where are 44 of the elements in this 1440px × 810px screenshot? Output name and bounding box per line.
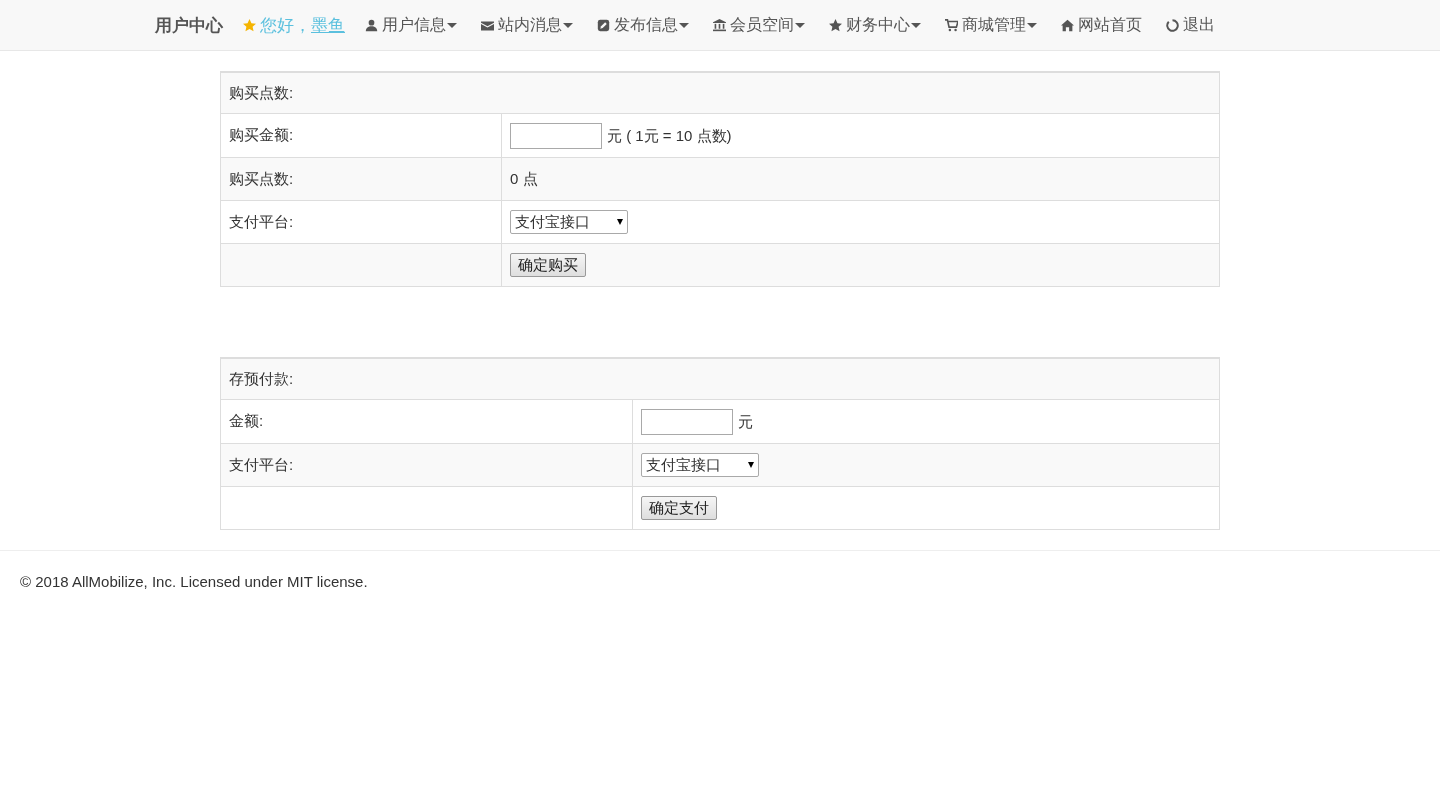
label-cell: 购买金额: [220, 113, 502, 158]
pencil-square-icon [597, 18, 610, 32]
footer-text: © 2018 AllMobilize, Inc. Licensed under MIT license. [20, 573, 368, 591]
nav-menu-item[interactable]: 退出 [1166, 14, 1215, 36]
nav-menu-item[interactable]: 会员空间 [713, 14, 805, 36]
star-icon [243, 18, 256, 32]
caret-icon [447, 22, 457, 28]
amount-field[interactable] [641, 409, 733, 436]
unit-text: 元 [738, 413, 753, 431]
label-cell: 支付平台: [220, 443, 633, 487]
label-cell: 购买点数: [220, 157, 502, 201]
user-icon [365, 18, 378, 32]
star-icon [829, 18, 842, 32]
caret-icon [679, 22, 689, 28]
nav-menu-item[interactable]: 财务中心 [829, 14, 921, 36]
power-icon [1166, 18, 1179, 32]
value-cell: 0 点 [501, 157, 1220, 201]
label-cell: 金额: [220, 399, 633, 444]
unit-text: 元 ( 1元 = 10 点数) [607, 127, 732, 145]
submit-button[interactable]: 确定购买 [510, 253, 586, 278]
nav-menu-item[interactable]: 商城管理 [945, 14, 1037, 36]
caret-icon [795, 22, 805, 28]
nav-menu-item[interactable]: 站内消息 [481, 14, 573, 36]
bank-icon [713, 18, 726, 32]
caret-icon [748, 462, 754, 469]
nav-menu-item[interactable]: 用户信息 [365, 14, 457, 36]
caret-icon [1027, 22, 1037, 28]
label-cell: 支付平台: [220, 200, 502, 244]
home-icon [1061, 18, 1074, 32]
submit-button[interactable]: 确定支付 [641, 496, 717, 521]
payment-select[interactable]: 支付宝接口 [641, 453, 759, 478]
table-header-cell: 存预付款: [220, 358, 1220, 400]
nav-menu-item[interactable]: 发布信息 [597, 14, 689, 36]
caret-icon [911, 22, 921, 28]
cart-icon [945, 18, 958, 32]
payment-select[interactable]: 支付宝接口 [510, 210, 628, 235]
greeting-text: 您好， [260, 14, 311, 37]
brand-title: 用户中心 [155, 14, 223, 37]
caret-icon [563, 22, 573, 28]
amount-field[interactable] [510, 123, 602, 150]
caret-icon [617, 219, 623, 226]
table-header-cell: 购买点数: [220, 72, 1220, 114]
envelope-icon [481, 18, 494, 32]
nav-menu-item[interactable]: 网站首页 [1061, 14, 1142, 36]
